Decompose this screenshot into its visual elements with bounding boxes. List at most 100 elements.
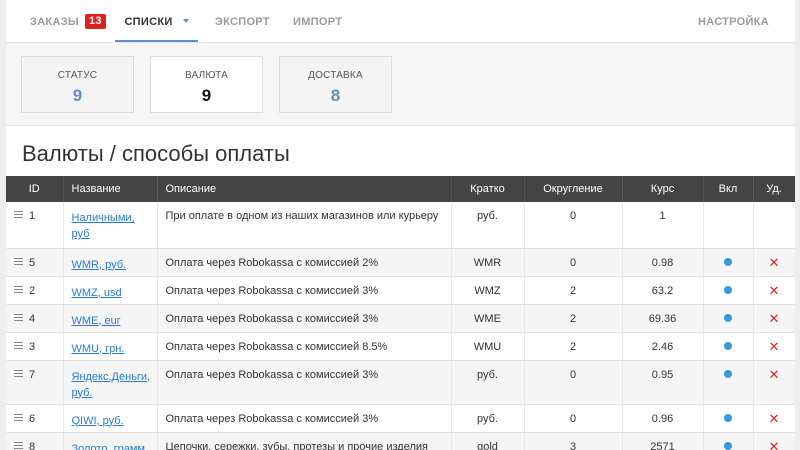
cell-id: 3 — [6, 332, 64, 361]
delete-x-icon[interactable]: ✕ — [769, 339, 780, 354]
delete-x-icon[interactable]: ✕ — [769, 439, 780, 450]
table-row: 8 Золото, грамм Цепочки, сережки, зубы, пр… — [6, 432, 795, 450]
delete-x-icon[interactable]: ✕ — [769, 411, 780, 426]
tab-export[interactable]: ЭКСПОРТ — [215, 0, 270, 42]
stats-bar: СТАТУС 9 ВАЛЮТА 9 ДОСТАВКА 8 — [6, 43, 795, 126]
currency-name-link[interactable]: WMR, руб. — [72, 259, 127, 271]
top-nav: ЗАКАЗЫ 13 СПИСКИ ЭКСПОРТ ИМПОРТ НАСТРОЙКА — [6, 0, 795, 43]
tab-settings-label: НАСТРОЙКА — [697, 16, 769, 28]
cell-description: Оплата через Robokassa с комиссией 3% — [157, 404, 452, 433]
enabled-dot-icon[interactable] — [724, 257, 732, 266]
cell-short: WMZ — [451, 276, 525, 305]
stat-status[interactable]: СТАТУС 9 — [21, 56, 134, 113]
stat-status-label: СТАТУС — [57, 70, 98, 81]
drag-handle-icon[interactable] — [14, 211, 23, 218]
stat-currency[interactable]: ВАЛЮТА 9 — [150, 56, 263, 113]
delete-x-icon[interactable]: ✕ — [769, 283, 780, 298]
currency-name-line-1: Наличными, — [71, 212, 135, 224]
enabled-dot-icon[interactable] — [724, 341, 732, 350]
cell-short: руб. — [451, 404, 525, 433]
cell-enabled — [703, 276, 754, 305]
cell-description: Оплата через Robokassa с комиссией 3% — [157, 304, 452, 333]
row-id: 1 — [29, 210, 36, 222]
col-header-rounding[interactable]: Округление — [524, 176, 623, 202]
enabled-dot-icon[interactable] — [724, 369, 732, 378]
currency-name-link[interactable]: Золото, грамм — [72, 443, 145, 450]
drag-handle-icon[interactable] — [14, 341, 23, 349]
table-row: 3 WMU, грн. Оплата через Robokassa с комис… — [6, 332, 795, 361]
currency-name-link[interactable]: WME, eur — [72, 315, 121, 327]
cell-enabled — [703, 432, 754, 450]
cell-delete: ✕ — [753, 304, 795, 333]
cell-id: 7 — [6, 360, 64, 405]
drag-handle-icon[interactable] — [14, 441, 23, 449]
tab-orders-label: ЗАКАЗЫ — [30, 16, 79, 28]
enabled-dot-icon[interactable] — [724, 313, 732, 322]
cell-delete: ✕ — [753, 404, 795, 433]
currency-name-link[interactable]: Яндекс.Деньги, руб. — [72, 371, 151, 399]
cell-description: Оплата через Robokassa с комиссией 3% — [157, 360, 452, 405]
cell-name: QIWI, руб. — [63, 404, 158, 433]
tab-orders[interactable]: ЗАКАЗЫ 13 — [30, 0, 106, 42]
col-header-enabled[interactable]: Вкл — [703, 176, 754, 202]
drag-handle-icon[interactable] — [14, 369, 23, 377]
currency-name-link[interactable]: WMU, грн. — [72, 343, 125, 355]
currency-name-line-1: WMZ, usd — [71, 286, 122, 299]
currency-name-link[interactable]: QIWI, руб. — [72, 415, 124, 427]
enabled-dot-icon[interactable] — [724, 413, 732, 422]
cell-short: WME — [451, 304, 525, 333]
table-row: 6 QIWI, руб. Оплата через Robokassa с коми… — [6, 404, 795, 433]
currency-name-link[interactable]: Наличными, руб — [72, 212, 135, 240]
col-header-delete[interactable]: Уд. — [753, 176, 795, 202]
stat-delivery-label: ДОСТАВКА — [308, 70, 363, 81]
cell-rounding: 0 — [524, 360, 623, 405]
cell-delete: ✕ — [753, 276, 795, 305]
col-header-rate[interactable]: Курс — [622, 176, 704, 202]
tab-import-label: ИМПОРТ — [293, 16, 343, 28]
currency-name-line-1: WME, eur — [71, 314, 121, 327]
cell-enabled — [703, 404, 754, 433]
row-id: 3 — [29, 340, 36, 353]
row-id: 5 — [29, 256, 36, 269]
col-header-name[interactable]: Название — [63, 176, 158, 202]
delete-x-icon[interactable]: ✕ — [769, 367, 780, 382]
cell-enabled — [703, 332, 754, 361]
drag-handle-icon[interactable] — [14, 285, 23, 293]
enabled-dot-icon[interactable] — [724, 285, 732, 294]
tab-import[interactable]: ИМПОРТ — [293, 0, 342, 42]
table-row: 1 Наличными, руб При оплате в одном из наши… — [6, 202, 795, 249]
cell-name: WMR, руб. — [63, 248, 158, 277]
tab-lists[interactable]: СПИСКИ — [115, 0, 198, 42]
table-header-row: ID Название Описание Кратко Округление К… — [6, 176, 795, 202]
cell-description: При оплате в одном из наших магазинов ил… — [157, 202, 452, 249]
stat-delivery[interactable]: ДОСТАВКА 8 — [279, 56, 392, 113]
cell-delete: ✕ — [753, 432, 795, 450]
cell-rounding: 2 — [524, 304, 623, 333]
row-id: 2 — [29, 284, 36, 297]
delete-x-icon[interactable]: ✕ — [769, 311, 780, 326]
drag-handle-icon[interactable] — [14, 313, 23, 321]
col-header-id[interactable]: ID — [6, 176, 64, 202]
col-header-description[interactable]: Описание — [157, 176, 452, 202]
cell-rate: 2571 — [622, 432, 704, 450]
drag-handle-icon[interactable] — [14, 413, 23, 421]
cell-id: 8 — [6, 432, 64, 450]
enabled-dot-icon[interactable] — [724, 441, 732, 450]
col-header-short[interactable]: Кратко — [451, 176, 525, 202]
cell-rate: 1 — [622, 202, 704, 249]
currency-name-line-1: WMU, грн. — [71, 342, 125, 355]
tab-settings[interactable]: НАСТРОЙКА — [698, 0, 769, 42]
cell-rate: 0.96 — [622, 404, 704, 433]
currency-name-link[interactable]: WMZ, usd — [72, 287, 122, 299]
table-row: 4 WME, eur Оплата через Robokassa с комисс… — [6, 304, 795, 333]
cell-description: Цепочки, сережки, зубы, протезы и прочие… — [157, 432, 452, 450]
cell-enabled — [703, 304, 754, 333]
page-title: Валюты / способы оплаты — [22, 141, 290, 166]
stat-status-value: 9 — [72, 86, 83, 105]
cell-rounding: 0 — [524, 404, 623, 433]
cell-id: 4 — [6, 304, 64, 333]
cell-rounding: 0 — [524, 248, 623, 277]
row-id: 4 — [29, 312, 36, 325]
delete-x-icon[interactable]: ✕ — [769, 255, 780, 270]
drag-handle-icon[interactable] — [14, 257, 23, 265]
